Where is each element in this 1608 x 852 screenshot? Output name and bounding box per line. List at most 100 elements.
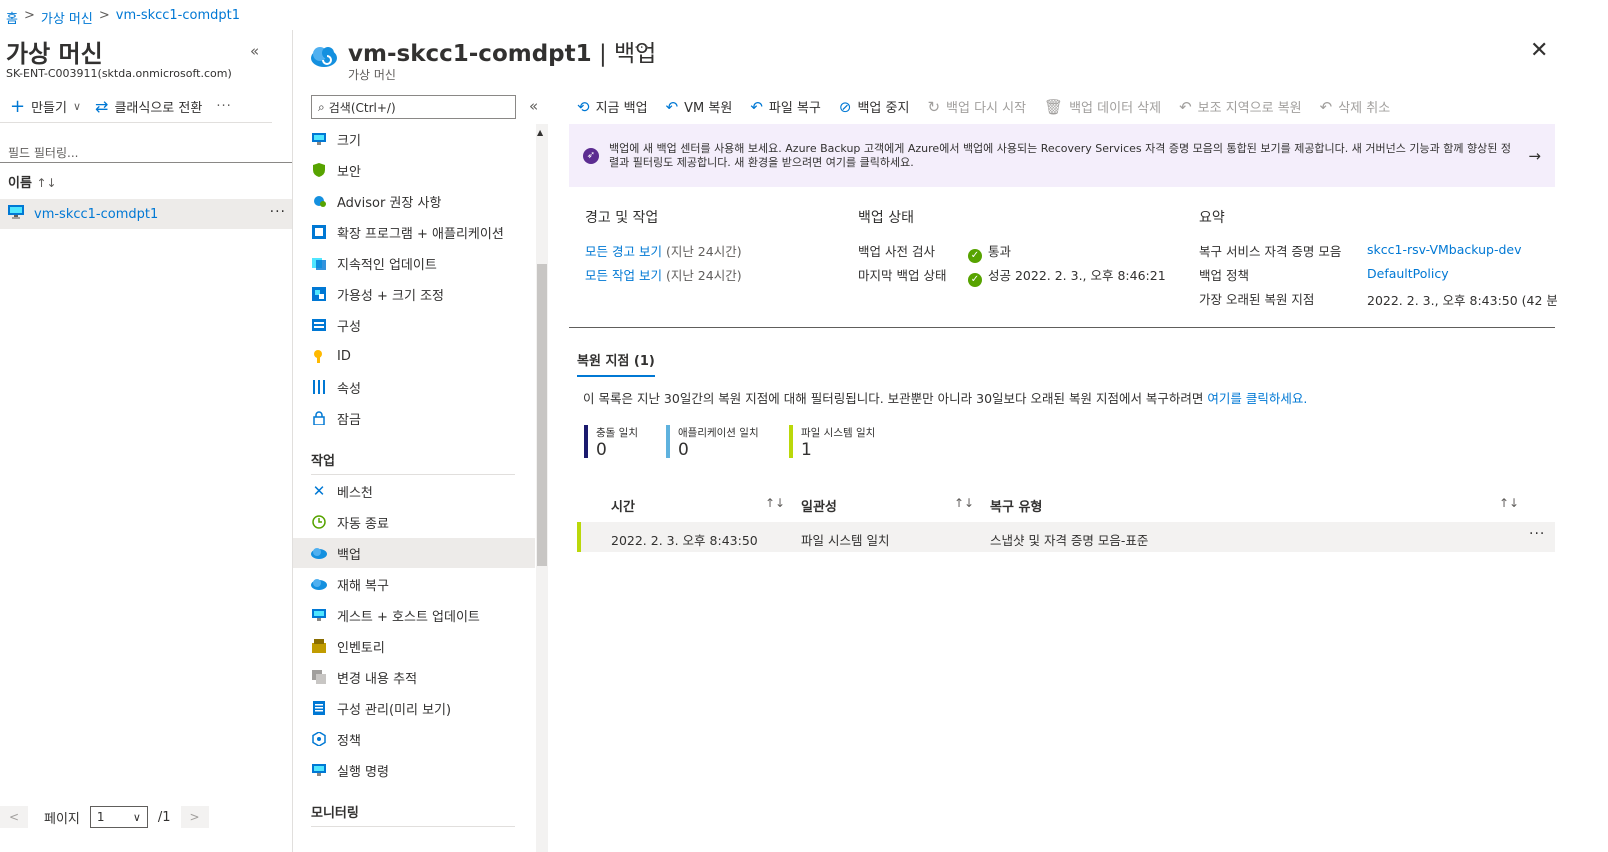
- run-command-icon: [311, 762, 327, 778]
- advisor-icon: [311, 193, 327, 209]
- policy-icon: [311, 731, 327, 747]
- menu-item-identity[interactable]: ID: [293, 341, 535, 371]
- menu-item-label: 속성: [337, 381, 361, 397]
- delete-backup-data-label: 백업 데이터 삭제: [1069, 101, 1162, 116]
- row-more-button[interactable]: ···: [1529, 526, 1545, 542]
- resume-backup-button[interactable]: ↻ 백업 다시 시작: [927, 97, 1026, 117]
- last-backup-value: 성공 2022. 2. 3., 오후 8:46:21: [988, 268, 1166, 283]
- column-header-consistency[interactable]: 일관성: [801, 496, 837, 515]
- menu-item-properties[interactable]: 속성: [293, 372, 535, 402]
- menu-item-advisor[interactable]: Advisor 권장 사항: [293, 186, 535, 216]
- sort-icon[interactable]: ↑↓: [1499, 496, 1519, 510]
- menu-item-auto-shutdown[interactable]: 자동 종료: [293, 507, 535, 537]
- change-tracking-icon: [311, 669, 327, 685]
- tab-restore-points[interactable]: 복원 지점 (1): [577, 350, 655, 377]
- stop-backup-button[interactable]: ⊘ 백업 중지: [839, 97, 910, 117]
- bastion-icon: ✕: [312, 482, 326, 500]
- page-label: 페이지: [44, 811, 80, 827]
- menu-item-disaster-recovery[interactable]: 재해 복구: [293, 569, 535, 599]
- menu-item-backup[interactable]: 백업: [293, 538, 535, 568]
- breadcrumb-vm[interactable]: vm-skcc1-comdpt1: [116, 8, 240, 27]
- file-recovery-button[interactable]: ↶ 파일 복구: [750, 97, 821, 117]
- configuration-icon: [311, 317, 327, 333]
- table-row[interactable]: 2022. 2. 3. 오후 8:43:50 파일 시스템 일치 스냅샷 및 자…: [577, 522, 1555, 552]
- breadcrumb-home[interactable]: 홈: [6, 8, 18, 27]
- menu-item-label: 크기: [337, 133, 361, 149]
- lock-icon: [311, 410, 327, 426]
- page-title-resource: vm-skcc1-comdpt1: [348, 41, 592, 67]
- click-here-link[interactable]: 여기를 클릭하세요.: [1207, 391, 1307, 406]
- clock-icon: [311, 514, 327, 530]
- menu-item-change-tracking[interactable]: 변경 내용 추적: [293, 662, 535, 692]
- menu-item-policies[interactable]: 정책: [293, 724, 535, 754]
- plus-icon: +: [10, 96, 26, 117]
- last-backup-label: 마지막 백업 상태: [858, 268, 947, 283]
- menu-item-label: 보안: [337, 164, 361, 180]
- menu-item-run-command[interactable]: 실행 명령: [293, 755, 535, 785]
- previous-page-button[interactable]: <: [0, 806, 28, 828]
- update-icon: [311, 255, 327, 271]
- extensions-icon: [311, 224, 327, 240]
- undelete-label: 삭제 취소: [1338, 101, 1391, 116]
- menu-item-security[interactable]: 보안: [293, 155, 535, 185]
- menu-search-input[interactable]: ⌕ 검색(Ctrl+/): [311, 95, 516, 119]
- menu-item-label: 실행 명령: [337, 764, 389, 780]
- disaster-recovery-icon: [311, 576, 327, 592]
- next-page-button[interactable]: >: [180, 806, 209, 828]
- menu-item-inventory[interactable]: 인벤토리: [293, 631, 535, 661]
- name-column-header[interactable]: 이름 ↑↓: [8, 172, 57, 191]
- blade-more-button[interactable]: ···: [634, 40, 650, 56]
- menu-item-guest-host-updates[interactable]: 게스트 + 호스트 업데이트: [293, 600, 535, 630]
- menu-item-label: 변경 내용 추적: [337, 671, 418, 687]
- column-header-recovery-type[interactable]: 복구 유형: [990, 496, 1042, 515]
- menu-item-label: 게스트 + 호스트 업데이트: [337, 609, 480, 625]
- create-button[interactable]: + 만들기 ∨: [10, 96, 81, 117]
- vm-restore-button[interactable]: ↶ VM 복원: [666, 97, 733, 117]
- filter-input[interactable]: 필드 필터링...: [0, 141, 292, 163]
- crash-consistent-kpi: 충돌 일치 0: [584, 425, 638, 460]
- vault-link[interactable]: skcc1-rsv-VMbackup-dev: [1367, 242, 1522, 257]
- vm-name-link[interactable]: vm-skcc1-comdpt1: [34, 207, 158, 222]
- view-all-jobs-link[interactable]: 모든 작업 보기: [585, 268, 662, 283]
- check-circle-icon: ✓: [968, 273, 982, 287]
- menu-scrollbar-thumb[interactable]: [537, 264, 547, 566]
- row-more-button[interactable]: ···: [270, 204, 286, 220]
- banner-text: 백업에 새 백업 센터를 사용해 보세요. Azure Backup 고객에게 …: [609, 141, 1511, 169]
- menu-item-extensions[interactable]: 확장 프로그램 + 애플리케이션: [293, 217, 535, 247]
- menu-item-configuration[interactable]: 구성: [293, 310, 535, 340]
- backup-now-button[interactable]: ⟲ 지금 백업: [577, 97, 648, 117]
- cross-region-restore-button[interactable]: ↶ 보조 지역으로 복원: [1179, 97, 1302, 117]
- menu-item-label: 인벤토리: [337, 640, 385, 656]
- delete-backup-data-button[interactable]: 🗑 백업 데이터 삭제: [1044, 97, 1162, 117]
- menu-item-locks[interactable]: 잠금: [293, 403, 535, 433]
- scroll-up-icon[interactable]: ▲: [537, 128, 543, 137]
- menu-item-label: 잠금: [337, 412, 361, 428]
- sort-icon[interactable]: ↑↓: [765, 496, 785, 510]
- switch-to-classic-button[interactable]: ⇄ 클래식으로 전환: [95, 97, 202, 116]
- undelete-icon: ↶: [1319, 97, 1333, 116]
- breadcrumb-virtual-machines[interactable]: 가상 머신: [41, 8, 93, 27]
- menu-item-size[interactable]: 크기: [293, 124, 535, 154]
- undelete-button[interactable]: ↶ 삭제 취소: [1319, 97, 1391, 117]
- menu-item-configuration-management[interactable]: 구성 관리(미리 보기): [293, 693, 535, 723]
- menu-item-bastion[interactable]: ✕ 베스천: [293, 476, 535, 506]
- sort-icon[interactable]: ↑↓: [954, 496, 974, 510]
- restore-point-time: 2022. 2. 3. 오후 8:43:50: [611, 533, 758, 548]
- collapse-menu-icon[interactable]: «: [529, 97, 538, 115]
- resume-icon: ↻: [927, 97, 941, 116]
- backup-center-banner[interactable]: ➶ 백업에 새 백업 센터를 사용해 보세요. Azure Backup 고객에…: [569, 124, 1555, 187]
- close-icon[interactable]: ✕: [1530, 38, 1548, 63]
- column-header-time[interactable]: 시간: [611, 496, 635, 515]
- search-icon: ⌕: [318, 99, 325, 114]
- left-command-bar: + 만들기 ∨ ⇄ 클래식으로 전환 ···: [10, 96, 232, 117]
- collapse-left-pane-icon[interactable]: «: [250, 42, 259, 60]
- monitor-icon: [311, 131, 327, 147]
- page-select[interactable]: 1 ∨: [89, 806, 148, 828]
- summary-heading: 요약: [1199, 210, 1225, 226]
- menu-item-availability[interactable]: 가용성 + 크기 조정: [293, 279, 535, 309]
- vm-list-item[interactable]: vm-skcc1-comdpt1 ···: [0, 199, 292, 229]
- menu-item-continuous-updates[interactable]: 지속적인 업데이트: [293, 248, 535, 278]
- more-commands-button[interactable]: ···: [216, 99, 231, 114]
- view-all-alerts-link[interactable]: 모든 경고 보기: [585, 244, 662, 259]
- policy-link[interactable]: DefaultPolicy: [1367, 266, 1449, 281]
